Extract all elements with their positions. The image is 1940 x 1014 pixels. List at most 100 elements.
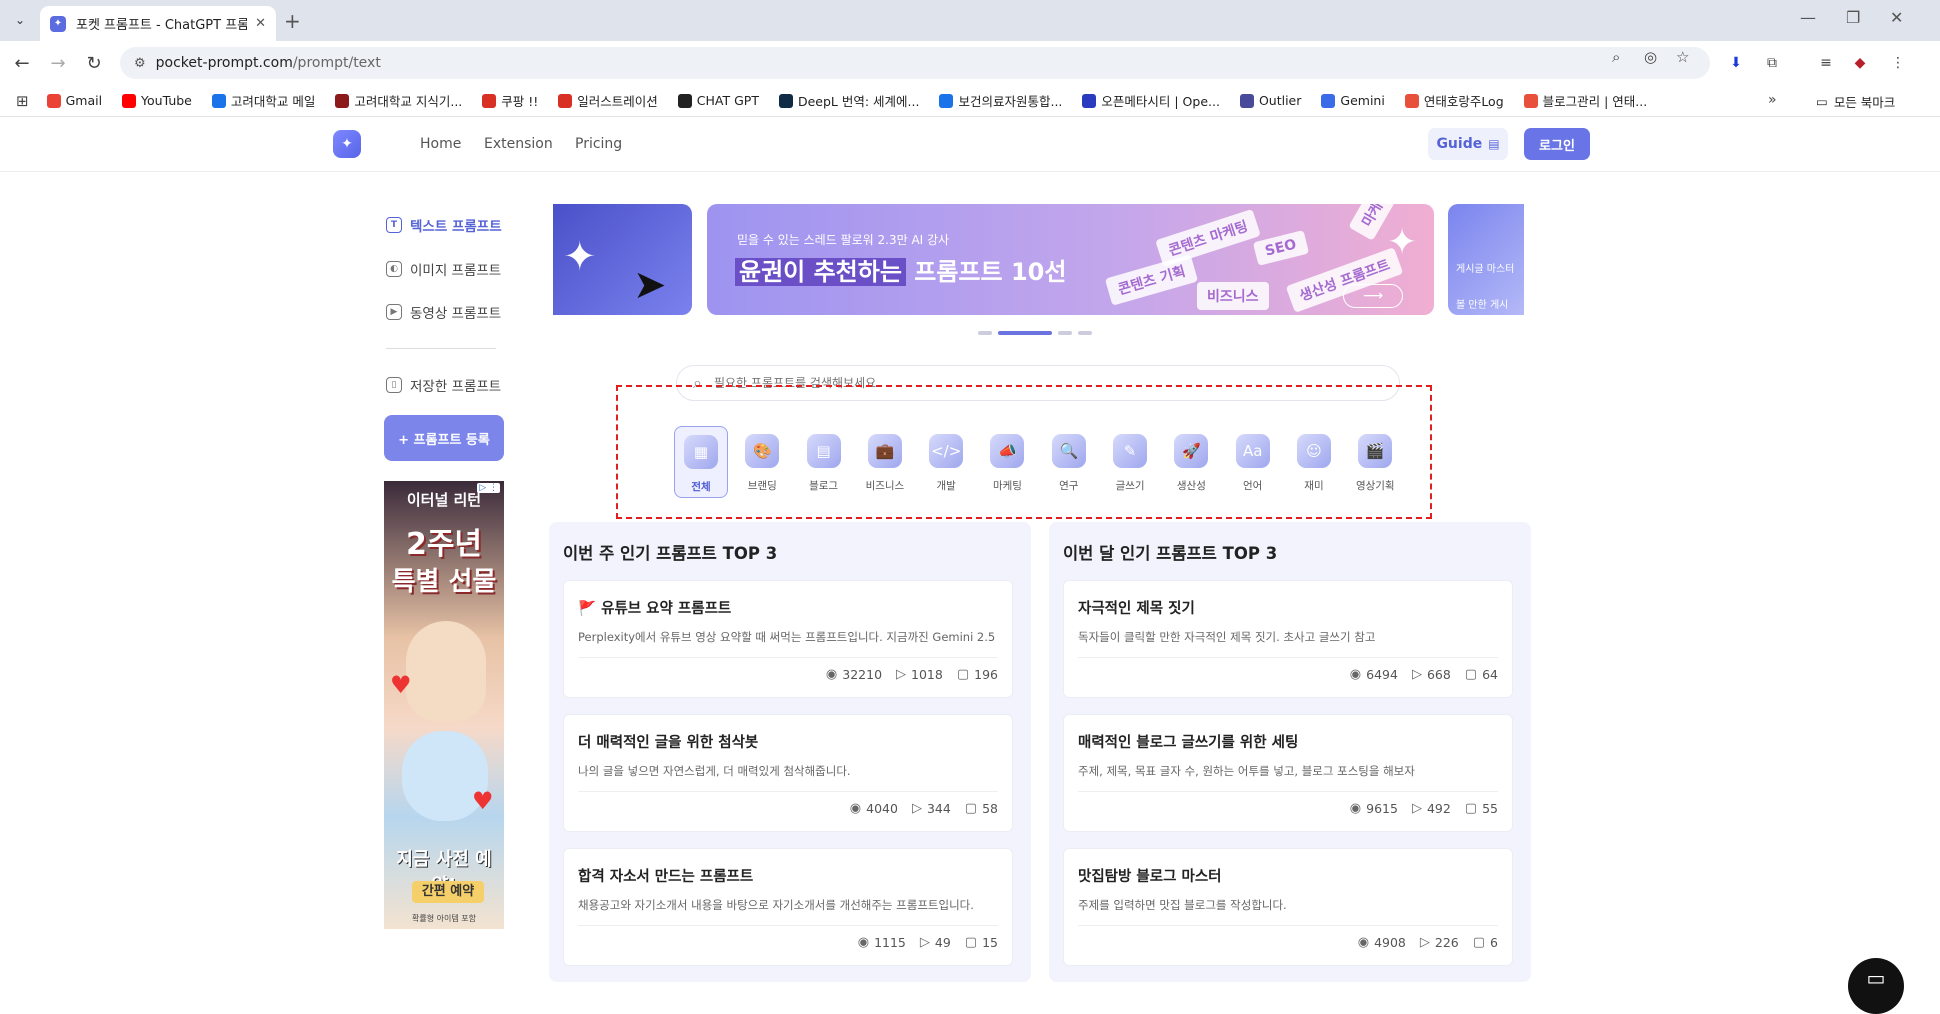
bookmark-item[interactable]: YouTube (122, 93, 192, 108)
play-icon: ▷ (1411, 667, 1422, 682)
ad-banner[interactable]: ▷ ⋮ 이터널 리턴 2주년 특별 선물 ♥ ♥ 지금 사전 예약! 간편 예약… (384, 481, 504, 929)
media-icon[interactable]: ≡ (1816, 53, 1836, 73)
new-tab-icon[interactable]: + (284, 9, 301, 33)
register-prompt-button[interactable]: + 프롬프트 등록 (384, 415, 504, 461)
views-stat: ◉ 9615 (1350, 801, 1398, 816)
sidebar-item-saved[interactable]: ▯ 저장한 프롬프트 (386, 375, 501, 395)
bookmark-icon: ▢ (1464, 667, 1478, 682)
minimize-icon[interactable]: — (1800, 8, 1816, 27)
chat-icon: ▭ (1866, 966, 1886, 990)
carousel-dot[interactable] (1078, 331, 1092, 335)
prompt-card-stats: ◉ 4908 ▷ 226 ▢ 6 (1344, 935, 1498, 950)
carousel-slide-main[interactable]: 믿을 수 있는 스레드 팔로워 2.3만 AI 강사 윤권이 추천하는 프롬프트… (707, 204, 1434, 315)
prompt-card-stats: ◉ 4040 ▷ 344 ▢ 58 (836, 801, 998, 816)
uses-stat: ▷ 344 (912, 801, 951, 816)
prompt-card[interactable]: 🚩 유튜브 요약 프롬프트 Perplexity에서 유튜브 영상 요약할 때 써… (563, 580, 1013, 698)
bookmark-item[interactable]: Gmail (46, 93, 102, 108)
sidebar-divider (386, 348, 496, 349)
bookmark-label: 일러스트레이션 (577, 94, 658, 109)
bookmark-item[interactable]: 쿠팡 !! (482, 91, 538, 110)
panel-title: 이번 주 인기 프롬프트 TOP 3 (563, 544, 778, 563)
banner-title: 윤권이 추천하는 프롬프트 10선 (735, 252, 1066, 287)
extensions-puzzle-icon[interactable]: ⧉ (1762, 53, 1782, 73)
bookmarks-overflow-icon[interactable]: » (1768, 92, 1777, 108)
zoom-icon[interactable]: ⌕ (1612, 48, 1620, 66)
ad-subheadline: 특별 선물 (391, 567, 497, 597)
tab-search-icon[interactable]: ⌄ (8, 8, 32, 32)
prompt-card-description: 주제를 입력하면 맛집 블로그를 작성합니다. (1078, 898, 1287, 912)
bookmark-item[interactable]: 보건의료자원통합... (939, 91, 1062, 110)
play-icon: ▷ (896, 667, 907, 682)
nav-extension[interactable]: Extension (484, 136, 553, 152)
tab-close-icon[interactable]: ✕ (255, 16, 266, 31)
prompt-card[interactable]: 더 매력적인 글을 위한 첨삭봇 나의 글을 넣으면 자연스럽게, 더 매력있게 … (563, 714, 1013, 832)
browser-toolbar: ← → ↻ ⚙ pocket-prompt.com /prompt/text ⌕… (0, 41, 1940, 85)
login-button[interactable]: 로그인 (1524, 128, 1590, 160)
blog-icon (1404, 93, 1419, 108)
bookmark-item[interactable]: 일러스트레이션 (558, 91, 658, 110)
bookmark-item[interactable]: CHAT GPT (677, 93, 759, 108)
nav-home[interactable]: Home (420, 136, 461, 152)
profile-icon[interactable]: ◆ (1850, 53, 1870, 73)
star-icon[interactable]: ☆ (1676, 48, 1689, 66)
reload-icon[interactable]: ↻ (82, 51, 106, 75)
carousel-slide-prev[interactable]: ✦ ➤ (553, 204, 692, 315)
bookmark-item[interactable]: 고려대학교 메일 (211, 91, 315, 110)
bookmark-item[interactable]: Gemini (1321, 93, 1385, 108)
chat-button[interactable]: ▭ (1848, 958, 1904, 1014)
folder-icon: ▭ (1816, 94, 1828, 109)
sidebar-item-label: 텍스트 프롬프트 (410, 219, 502, 235)
all-bookmarks-folder[interactable]: ▭ 모든 북마크 (1816, 92, 1895, 111)
bookmark-item[interactable]: 연태호랑주Log (1404, 91, 1504, 110)
back-icon[interactable]: ← (10, 51, 34, 75)
eye-off-icon[interactable]: ◎ (1644, 48, 1657, 66)
banner-chip: 비즈니스 (1197, 282, 1269, 310)
site-info-icon[interactable]: ⚙ (134, 56, 146, 71)
prompt-card[interactable]: 맛집탐방 블로그 마스터 주제를 입력하면 맛집 블로그를 작성합니다. ◉ 4908… (1063, 848, 1513, 966)
guide-button[interactable]: Guide ▤ (1428, 128, 1508, 160)
bookmark-label: 보건의료자원통합... (958, 94, 1063, 109)
prompt-card-description: 채용공고와 자기소개서 내용을 바탕으로 자기소개서를 개선해주는 프롬프트입니… (578, 898, 974, 912)
apps-grid-icon[interactable]: ⊞ (16, 92, 29, 110)
bookmark-icon: ▢ (964, 801, 978, 816)
banner-chip: SEO (1252, 230, 1309, 266)
prompt-card-title: 합격 자소서 만드는 프롬프트 (578, 869, 754, 885)
carousel-dot[interactable] (1058, 331, 1072, 335)
views-count: 6494 (1366, 667, 1398, 682)
prompt-card[interactable]: 자극적인 제목 짓기 독자들이 클릭할 만한 자극적인 제목 짓기. 초사고 글쓰… (1063, 580, 1513, 698)
forward-icon[interactable]: → (46, 51, 70, 75)
university-icon (335, 93, 350, 108)
bookmark-item[interactable]: 오픈메타시티 | Ope... (1082, 91, 1220, 110)
bookmark-item[interactable]: Outlier (1239, 93, 1301, 108)
ad-reserve-button[interactable]: 간편 예약 (412, 881, 484, 903)
sidebar-item-label: 저장한 프롬프트 (410, 379, 502, 395)
browser-tab[interactable]: ✦ 포켓 프롬프트 - ChatGPT 프롬프트 ✕ (40, 6, 276, 41)
bookmark-item[interactable]: DeepL 번역: 세계에... (778, 91, 919, 110)
sidebar-item-text-prompt[interactable]: T 텍스트 프롬프트 (386, 215, 502, 235)
close-window-icon[interactable]: ✕ (1890, 8, 1903, 27)
carousel-dot-active[interactable] (998, 331, 1052, 335)
sidebar-item-video-prompt[interactable]: ▶ 동영상 프롬프트 (386, 302, 501, 322)
prompt-card[interactable]: 합격 자소서 만드는 프롬프트채용공고와 자기소개서 내용을 바탕으로 자기소개… (563, 848, 1013, 966)
banner-peek-text: 볼 만한 게시 (1456, 300, 1509, 311)
carousel-dot[interactable] (978, 331, 992, 335)
mail-icon (211, 93, 226, 108)
banner-chip: 콘텐츠 마케팅 (1155, 208, 1261, 268)
nav-pricing[interactable]: Pricing (575, 136, 622, 152)
sidebar-item-image-prompt[interactable]: ◐ 이미지 프롬프트 (386, 259, 501, 279)
prompt-card-stats: ◉ 32210 ▷ 1018 ▢ 196 (812, 667, 998, 682)
more-menu-icon[interactable]: ⋮ (1888, 53, 1908, 73)
uses-stat: ▷ 226 (1420, 935, 1459, 950)
carousel-slide-next[interactable]: 게시글 마스터 볼 만한 게시 (1448, 204, 1524, 315)
banner-peek-text: 게시글 마스터 (1456, 264, 1515, 275)
restore-icon[interactable]: ❐ (1846, 8, 1860, 27)
saves-stat: ▢ 64 (1465, 667, 1498, 682)
address-bar[interactable]: ⚙ pocket-prompt.com /prompt/text (120, 47, 1710, 79)
bookmark-item[interactable]: 고려대학교 지식기... (335, 91, 462, 110)
prompt-card-title: 🚩 유튜브 요약 프롬프트 (578, 601, 732, 617)
bookmark-label: CHAT GPT (696, 93, 759, 108)
extension-download-icon[interactable]: ⬇ (1726, 53, 1746, 73)
pocket-prompt-logo-icon[interactable]: ✦ (333, 130, 361, 158)
prompt-card[interactable]: 매력적인 블로그 글쓰기를 위한 세팅 주제, 제목, 목표 글자 수, 원하는 … (1063, 714, 1513, 832)
bookmark-item[interactable]: 블로그관리 | 연태... (1523, 91, 1647, 110)
